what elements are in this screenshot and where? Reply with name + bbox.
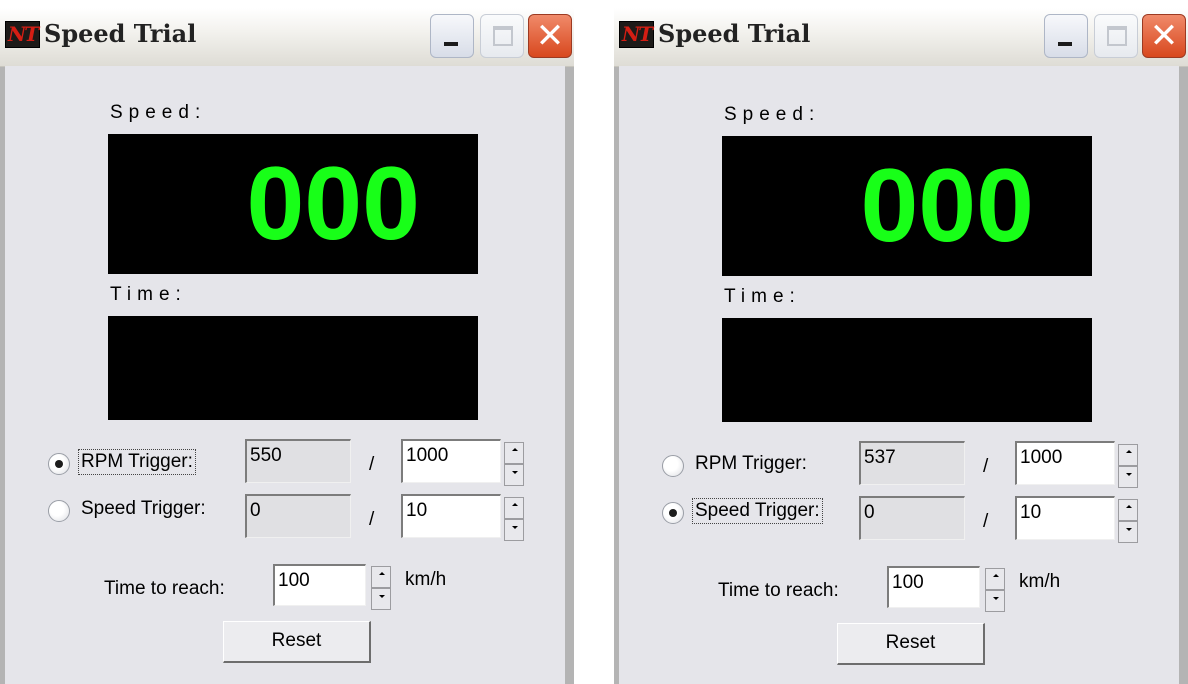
speed-trigger-radio[interactable] xyxy=(662,502,684,524)
speed-trial-window-2: NT Speed Trial ✕ Speed: 000 Time: RPM Tr… xyxy=(614,8,1188,684)
spin-down-icon[interactable] xyxy=(985,590,1005,612)
speed-trigger-radio[interactable] xyxy=(48,500,70,522)
spin-down-icon[interactable] xyxy=(504,464,524,486)
spin-up-icon[interactable] xyxy=(504,497,524,519)
minimize-icon xyxy=(444,42,458,46)
time-to-reach-input[interactable]: 100 xyxy=(273,564,366,606)
rpm-trigger-label[interactable]: RPM Trigger: xyxy=(78,449,196,475)
reset-button[interactable]: Reset xyxy=(837,623,985,665)
minimize-button[interactable] xyxy=(1044,14,1088,58)
time-to-reach-label: Time to reach: xyxy=(718,580,839,601)
speed-separator: / xyxy=(369,509,375,530)
maximize-button[interactable] xyxy=(480,14,524,58)
speed-trigger-label[interactable]: Speed Trigger: xyxy=(79,497,208,521)
rpm-current-field: 550 xyxy=(245,439,351,483)
client-area: Speed: 000 Time: RPM Trigger: 550 / 1000… xyxy=(5,66,565,684)
speed-target-spinner[interactable] xyxy=(1118,499,1138,543)
window-title: Speed Trial xyxy=(658,19,811,48)
time-to-reach-spinner[interactable] xyxy=(371,566,391,610)
rpm-target-input[interactable]: 1000 xyxy=(1015,441,1115,485)
time-to-reach-label: Time to reach: xyxy=(104,578,225,599)
time-to-reach-spinner[interactable] xyxy=(985,568,1005,612)
app-icon: NT xyxy=(619,21,654,48)
close-button[interactable]: ✕ xyxy=(1142,14,1186,58)
speed-trigger-label[interactable]: Speed Trigger: xyxy=(692,498,823,524)
unit-label: km/h xyxy=(1019,571,1061,592)
spin-up-icon[interactable] xyxy=(504,442,524,464)
time-label: Time: xyxy=(724,286,801,307)
speed-target-input[interactable]: 10 xyxy=(401,494,501,538)
rpm-current-field: 537 xyxy=(859,441,965,485)
rpm-trigger-radio[interactable] xyxy=(662,455,684,477)
time-display xyxy=(722,318,1092,422)
time-label: Time: xyxy=(110,284,187,305)
app-icon: NT xyxy=(5,21,40,48)
radio-selected-dot xyxy=(55,460,63,468)
client-area: Speed: 000 Time: RPM Trigger: 537 / 1000… xyxy=(619,66,1179,684)
window-title: Speed Trial xyxy=(44,19,197,48)
spin-up-icon[interactable] xyxy=(1118,444,1138,466)
maximize-icon xyxy=(493,26,513,46)
rpm-target-spinner[interactable] xyxy=(1118,444,1138,488)
close-icon: ✕ xyxy=(1149,16,1179,56)
speed-current-field: 0 xyxy=(859,496,965,540)
radio-selected-dot xyxy=(669,509,677,517)
close-button[interactable]: ✕ xyxy=(528,14,572,58)
spin-down-icon[interactable] xyxy=(504,519,524,541)
spin-up-icon[interactable] xyxy=(985,568,1005,590)
rpm-trigger-label[interactable]: RPM Trigger: xyxy=(693,452,809,476)
rpm-target-input[interactable]: 1000 xyxy=(401,439,501,483)
reset-button[interactable]: Reset xyxy=(223,621,371,663)
spin-down-icon[interactable] xyxy=(371,588,391,610)
speed-current-field: 0 xyxy=(245,494,351,538)
rpm-separator: / xyxy=(369,454,375,475)
speed-label: Speed: xyxy=(110,102,207,123)
spin-down-icon[interactable] xyxy=(1118,521,1138,543)
minimize-button[interactable] xyxy=(430,14,474,58)
speed-display: 000 xyxy=(722,136,1092,276)
maximize-icon xyxy=(1107,26,1127,46)
speed-target-input[interactable]: 10 xyxy=(1015,496,1115,540)
time-to-reach-input[interactable]: 100 xyxy=(887,566,980,608)
speed-label: Speed: xyxy=(724,104,821,125)
spin-up-icon[interactable] xyxy=(371,566,391,588)
maximize-button[interactable] xyxy=(1094,14,1138,58)
rpm-trigger-radio[interactable] xyxy=(48,453,70,475)
minimize-icon xyxy=(1058,42,1072,46)
unit-label: km/h xyxy=(405,569,447,590)
title-bar[interactable]: NT Speed Trial ✕ xyxy=(614,8,1188,67)
spin-up-icon[interactable] xyxy=(1118,499,1138,521)
speed-display: 000 xyxy=(108,134,478,274)
title-bar[interactable]: NT Speed Trial ✕ xyxy=(0,8,574,67)
spin-down-icon[interactable] xyxy=(1118,466,1138,488)
time-display xyxy=(108,316,478,420)
rpm-separator: / xyxy=(983,456,989,477)
speed-trial-window-1: NT Speed Trial ✕ Speed: 000 Time: RPM Tr… xyxy=(0,8,574,684)
close-icon: ✕ xyxy=(535,16,565,56)
rpm-target-spinner[interactable] xyxy=(504,442,524,486)
speed-target-spinner[interactable] xyxy=(504,497,524,541)
speed-value: 000 xyxy=(246,146,420,262)
speed-value: 000 xyxy=(860,148,1034,264)
speed-separator: / xyxy=(983,511,989,532)
